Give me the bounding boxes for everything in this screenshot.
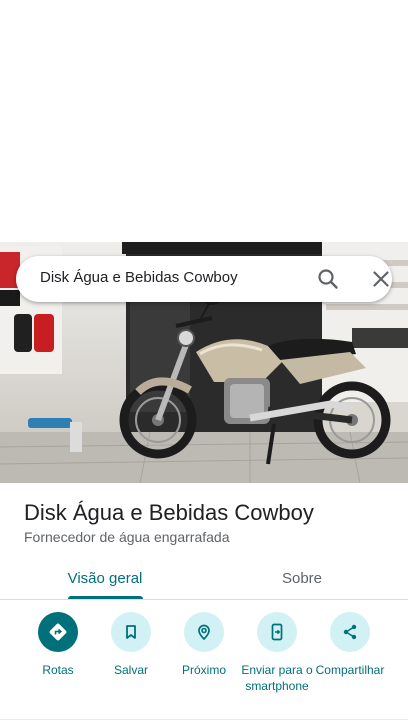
close-icon[interactable] (369, 267, 393, 291)
share-button[interactable]: Compartilhar (310, 612, 390, 678)
bookmark-icon[interactable] (111, 612, 151, 652)
directions-button[interactable]: Rotas (18, 612, 98, 678)
divider (0, 719, 408, 720)
place-sheet: Disk Água e Bebidas Cowboy Disk Água e B… (0, 0, 408, 726)
send-to-phone-icon[interactable] (257, 612, 297, 652)
place-title: Disk Água e Bebidas Cowboy (24, 500, 314, 525)
action-bar: Rotas Salvar Próximo Enviar para o smart… (0, 612, 408, 718)
place-category[interactable]: Fornecedor de água engarrafada (24, 529, 229, 545)
send-to-phone-button[interactable]: Enviar para o smartphone (237, 612, 317, 694)
nearby-button[interactable]: Próximo (164, 612, 244, 678)
search-query-text[interactable]: Disk Água e Bebidas Cowboy (40, 269, 238, 286)
search-bar[interactable]: Disk Água e Bebidas Cowboy (16, 256, 392, 302)
directions-label: Rotas (42, 663, 74, 677)
nearby-icon[interactable] (184, 612, 224, 652)
save-button[interactable]: Salvar (91, 612, 171, 678)
tab-overview[interactable]: Visão geral (0, 556, 210, 600)
send-to-phone-label: Enviar para o smartphone (241, 663, 313, 693)
tab-bar: Visão geral Sobre (0, 556, 408, 600)
tab-selected-indicator (68, 596, 143, 599)
directions-icon[interactable] (38, 612, 78, 652)
share-label: Compartilhar (315, 663, 385, 677)
nearby-label: Próximo (181, 663, 226, 677)
tab-about[interactable]: Sobre (210, 556, 394, 600)
search-icon[interactable] (316, 267, 340, 291)
share-icon[interactable] (330, 612, 370, 652)
save-label: Salvar (113, 663, 148, 677)
